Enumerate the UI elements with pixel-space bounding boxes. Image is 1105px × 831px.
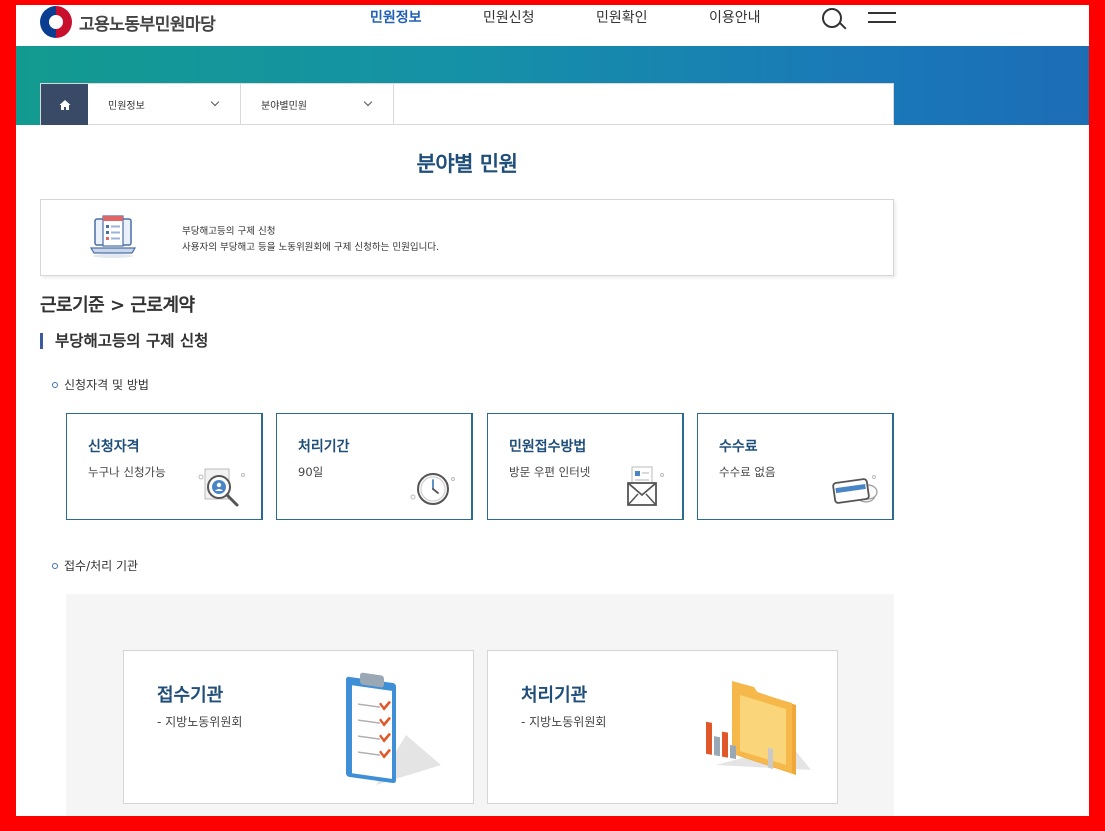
envelope-icon bbox=[627, 466, 664, 506]
card-title: 처리기간 bbox=[298, 439, 350, 455]
card-value: 누구나 신청가능 bbox=[88, 465, 166, 479]
bullet-circle-icon bbox=[52, 381, 58, 388]
summary-box: 부당해고등의 구제 신청 사용자의 부당해고 등을 노동위원회에 구제 신청하는… bbox=[40, 199, 894, 276]
card-value: 방문 우편 인터넷 bbox=[509, 465, 591, 479]
card-title: 수수료 bbox=[719, 439, 758, 455]
breadcrumb-label: 분야별민원 bbox=[261, 100, 307, 112]
subsection-label: 접수/처리 기관 bbox=[64, 559, 139, 573]
nav-item-guide[interactable]: 이용안내 bbox=[709, 7, 761, 27]
card-title: 민원접수방법 bbox=[509, 439, 587, 455]
agency-title: 접수기관 bbox=[157, 685, 224, 706]
subsection-label: 신청자격 및 방법 bbox=[64, 378, 149, 392]
agency-card-reception: 접수기관 - 지방노동위원회 bbox=[123, 650, 474, 804]
folder-chart-icon bbox=[706, 681, 811, 775]
breadcrumb: 민원정보 분야별민원 bbox=[40, 83, 894, 125]
info-card-fee: 수수료 수수료 없음 bbox=[697, 413, 894, 520]
nav-item-apply[interactable]: 민원신청 bbox=[483, 7, 535, 27]
nav-item-check[interactable]: 민원확인 bbox=[596, 7, 648, 27]
top-navigation: 고용노동부민원마당 민원정보 민원신청 민원확인 이용안내 bbox=[16, 0, 1089, 46]
section-title: 부당해고등의 구제 신청 bbox=[40, 333, 208, 349]
chevron-down-icon bbox=[363, 97, 373, 107]
magnifier-person-icon bbox=[198, 468, 245, 507]
laptop-document-icon bbox=[89, 215, 137, 258]
chevron-down-icon bbox=[210, 97, 220, 107]
card-value: 수수료 없음 bbox=[719, 465, 776, 479]
info-card-period: 처리기간 90일 bbox=[276, 413, 473, 520]
breadcrumb-item-field[interactable]: 분야별민원 bbox=[241, 84, 394, 124]
site-logo[interactable]: 고용노동부민원마당 bbox=[40, 6, 216, 38]
government-emblem-icon bbox=[40, 6, 72, 38]
home-icon bbox=[59, 99, 70, 110]
card-title: 신청자격 bbox=[88, 439, 140, 455]
agency-value: - 지방노동위원회 bbox=[157, 715, 243, 729]
page-title: 분야별 민원 bbox=[416, 152, 518, 176]
summary-title: 부당해고등의 구제 신청 bbox=[182, 226, 276, 237]
hamburger-menu-icon[interactable] bbox=[868, 12, 896, 30]
subsection-qualification: 신청자격 및 방법 bbox=[52, 376, 149, 393]
info-card-qualification: 신청자격 누구나 신청가능 bbox=[66, 413, 263, 520]
logo-text: 고용노동부민원마당 bbox=[79, 14, 216, 35]
clock-icon bbox=[410, 473, 455, 505]
breadcrumb-label: 민원정보 bbox=[108, 100, 145, 112]
bullet-circle-icon bbox=[52, 562, 58, 569]
breadcrumb-item-info[interactable]: 민원정보 bbox=[88, 84, 241, 124]
summary-description: 사용자의 부당해고 등을 노동위원회에 구제 신청하는 민원입니다. bbox=[182, 242, 440, 253]
card-value: 90일 bbox=[298, 465, 324, 479]
agency-card-processing: 처리기관 - 지방노동위원회 bbox=[487, 650, 838, 804]
card-coin-icon bbox=[832, 475, 878, 504]
agency-title: 처리기관 bbox=[521, 685, 588, 706]
search-icon[interactable] bbox=[822, 8, 842, 28]
info-card-method: 민원접수방법 방문 우편 인터넷 bbox=[487, 413, 684, 520]
category-path: 근로기준 > 근로계약 bbox=[40, 295, 195, 316]
subsection-agency: 접수/처리 기관 bbox=[52, 557, 138, 574]
nav-item-info[interactable]: 민원정보 bbox=[370, 7, 422, 27]
agency-value: - 지방노동위원회 bbox=[521, 715, 607, 729]
clipboard-icon bbox=[346, 672, 441, 785]
breadcrumb-home[interactable] bbox=[41, 84, 88, 125]
